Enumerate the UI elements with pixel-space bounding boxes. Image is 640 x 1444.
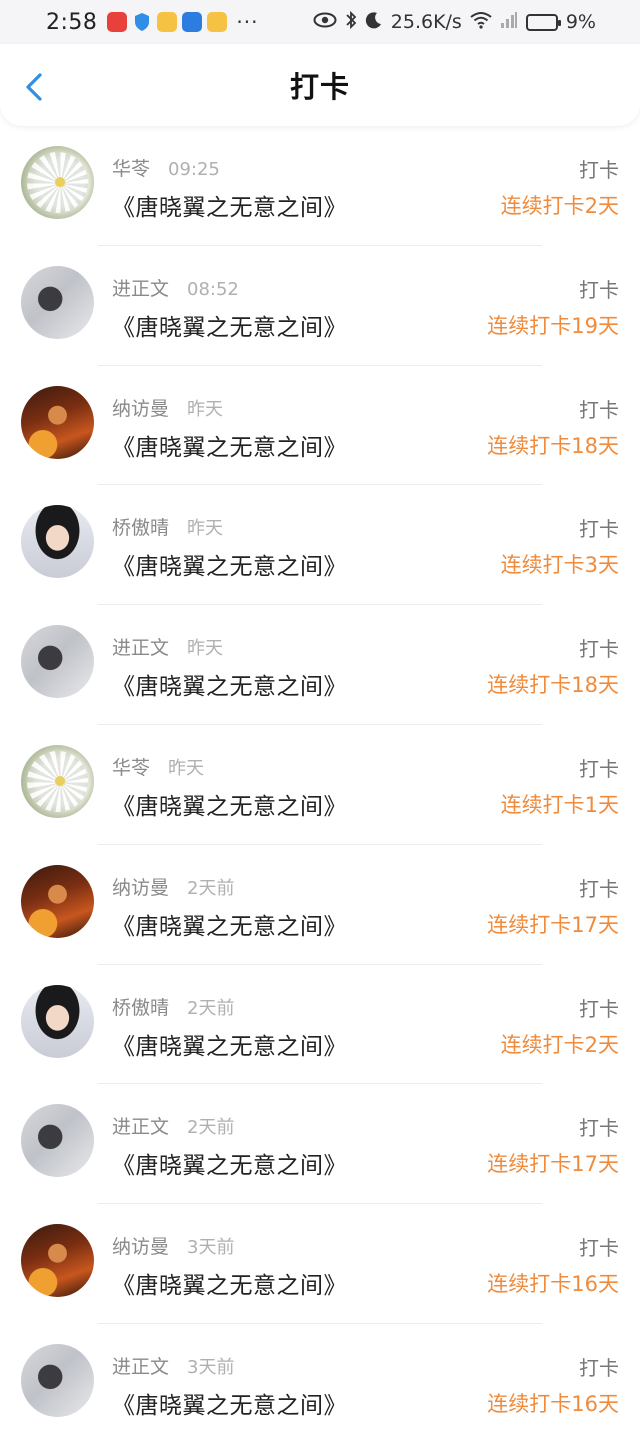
avatar[interactable] (21, 744, 94, 818)
streak-label: 连续打卡2天 (500, 1032, 619, 1057)
avatar[interactable] (21, 385, 94, 459)
moon-icon (365, 11, 383, 34)
book-title[interactable]: 《唐晓翼之无意之间》 (112, 547, 347, 581)
timestamp: 昨天 (187, 398, 224, 420)
avatar[interactable] (21, 505, 94, 579)
list-item[interactable]: 华苓 09:25 《唐晓翼之无意之间》 打卡 连续打卡2天 (0, 126, 640, 246)
timestamp: 2天前 (187, 877, 235, 899)
back-button[interactable] (22, 72, 48, 102)
streak-label: 连续打卡16天 (487, 1272, 619, 1297)
list-item[interactable]: 桥傲晴 2天前 《唐晓翼之无意之间》 打卡 连续打卡2天 (0, 965, 640, 1085)
network-speed: 25.6K/s (390, 11, 462, 33)
streak-label: 连续打卡17天 (487, 912, 619, 937)
avatar[interactable] (21, 625, 94, 699)
list-item[interactable]: 进正文 08:52 《唐晓翼之无意之间》 打卡 连续打卡19天 (0, 246, 640, 366)
user-name[interactable]: 进正文 (112, 637, 169, 659)
streak-label: 连续打卡2天 (500, 194, 619, 218)
list-item[interactable]: 进正文 2天前 《唐晓翼之无意之间》 打卡 连续打卡17天 (0, 1084, 640, 1205)
action-label: 打卡 (579, 996, 619, 1021)
status-bar: 2:58 ··· 25.6K/s 9% (0, 0, 640, 44)
streak-label: 连续打卡18天 (487, 433, 619, 458)
action-label: 打卡 (579, 1116, 619, 1141)
timestamp: 08:52 (187, 278, 239, 300)
signal-icon (500, 11, 518, 34)
book-title[interactable]: 《唐晓翼之无意之间》 (112, 1266, 347, 1300)
avatar[interactable] (21, 1343, 94, 1417)
action-label: 打卡 (579, 158, 619, 182)
avatar[interactable] (21, 984, 94, 1058)
user-name[interactable]: 纳访曼 (112, 877, 169, 899)
weather-icon (182, 12, 203, 32)
action-label: 打卡 (579, 637, 619, 662)
checkin-list: 华苓 09:25 《唐晓翼之无意之间》 打卡 连续打卡2天 进正文 08:52 《唐… (0, 126, 640, 1444)
user-name[interactable]: 纳访曼 (112, 398, 169, 420)
user-name[interactable]: 进正文 (112, 1116, 169, 1138)
page-title: 打卡 (289, 70, 350, 104)
bluetooth-icon (345, 10, 357, 35)
user-name[interactable]: 纳访曼 (112, 1236, 169, 1258)
user-name[interactable]: 华苓 (112, 757, 150, 779)
user-name[interactable]: 进正文 (112, 1356, 169, 1378)
book-title[interactable]: 《唐晓翼之无意之间》 (112, 667, 347, 701)
streak-label: 连续打卡17天 (487, 1152, 619, 1177)
more-notifications-icon: ··· (236, 10, 259, 34)
action-label: 打卡 (579, 1355, 619, 1380)
weibo-icon (207, 12, 228, 32)
status-time: 2:58 (46, 9, 98, 35)
timestamp: 2天前 (187, 997, 235, 1019)
avatar[interactable] (21, 146, 94, 219)
streak-label: 连续打卡3天 (500, 553, 619, 578)
user-name[interactable]: 桥傲晴 (112, 517, 169, 539)
avatar[interactable] (21, 265, 94, 339)
book-title[interactable]: 《唐晓翼之无意之间》 (112, 188, 347, 222)
timestamp: 3天前 (187, 1237, 235, 1259)
weibo-icon (157, 12, 178, 32)
action-label: 打卡 (579, 876, 619, 901)
book-title[interactable]: 《唐晓翼之无意之间》 (112, 428, 347, 462)
battery-icon (525, 13, 561, 31)
avatar[interactable] (21, 1104, 94, 1178)
book-title[interactable]: 《唐晓翼之无意之间》 (112, 308, 347, 342)
list-item[interactable]: 纳访曼 3天前 《唐晓翼之无意之间》 打卡 连续打卡16天 (0, 1204, 640, 1324)
book-title[interactable]: 《唐晓翼之无意之间》 (112, 1386, 347, 1420)
timestamp: 昨天 (168, 757, 205, 779)
shopping-app-icon (107, 12, 128, 32)
action-label: 打卡 (579, 277, 619, 302)
timestamp: 昨天 (187, 638, 224, 660)
eye-icon (313, 11, 337, 33)
timestamp: 2天前 (187, 1117, 235, 1139)
user-name[interactable]: 进正文 (112, 278, 169, 300)
user-name[interactable]: 桥傲晴 (112, 997, 169, 1019)
book-title[interactable]: 《唐晓翼之无意之间》 (112, 907, 347, 941)
timestamp: 09:25 (168, 159, 220, 180)
book-title[interactable]: 《唐晓翼之无意之间》 (112, 1146, 347, 1180)
action-label: 打卡 (579, 397, 619, 422)
avatar[interactable] (21, 864, 94, 938)
action-label: 打卡 (579, 517, 619, 542)
action-label: 打卡 (579, 756, 619, 781)
timestamp: 昨天 (187, 518, 224, 540)
shield-icon (132, 12, 152, 32)
book-title[interactable]: 《唐晓翼之无意之间》 (112, 1027, 347, 1061)
list-item[interactable]: 桥傲晴 昨天 《唐晓翼之无意之间》 打卡 连续打卡3天 (0, 485, 640, 606)
list-item[interactable]: 纳访曼 昨天 《唐晓翼之无意之间》 打卡 连续打卡18天 (0, 366, 640, 486)
list-item[interactable]: 进正文 3天前 《唐晓翼之无意之间》 打卡 连续打卡16天 (0, 1324, 640, 1444)
timestamp: 3天前 (187, 1356, 235, 1378)
streak-label: 连续打卡19天 (487, 313, 619, 338)
list-item[interactable]: 进正文 昨天 《唐晓翼之无意之间》 打卡 连续打卡18天 (0, 605, 640, 725)
list-item[interactable]: 华苓 昨天 《唐晓翼之无意之间》 打卡 连续打卡1天 (0, 725, 640, 845)
book-title[interactable]: 《唐晓翼之无意之间》 (112, 787, 347, 821)
action-label: 打卡 (579, 1236, 619, 1261)
avatar[interactable] (21, 1224, 94, 1298)
user-name[interactable]: 华苓 (112, 158, 150, 180)
wifi-icon (470, 11, 492, 34)
streak-label: 连续打卡18天 (487, 673, 619, 698)
battery-level: 9% (565, 11, 596, 33)
streak-label: 连续打卡1天 (500, 792, 619, 817)
list-item[interactable]: 纳访曼 2天前 《唐晓翼之无意之间》 打卡 连续打卡17天 (0, 845, 640, 965)
streak-label: 连续打卡16天 (487, 1391, 619, 1416)
chevron-left-icon (26, 73, 42, 101)
header: 打卡 (0, 44, 640, 126)
